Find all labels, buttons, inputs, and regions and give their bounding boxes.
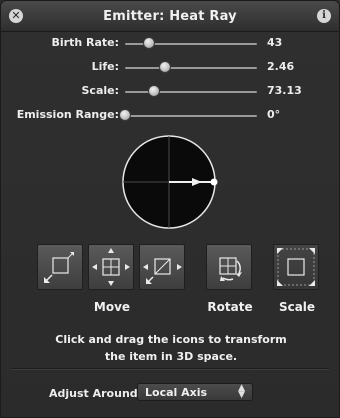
scale-track[interactable] bbox=[125, 91, 257, 93]
window-title: Emitter: Heat Ray bbox=[103, 9, 237, 24]
emission-angle-dial[interactable] bbox=[122, 135, 218, 231]
emission-range-row: Emission Range: 0° bbox=[1, 107, 340, 125]
dial-handle[interactable] bbox=[210, 178, 218, 186]
birth-rate-value[interactable]: 43 bbox=[267, 36, 282, 49]
move-depth-icon bbox=[44, 252, 74, 283]
emission-range-label: Emission Range: bbox=[16, 108, 119, 121]
life-label: Life: bbox=[91, 60, 119, 73]
rotate-icon bbox=[219, 257, 242, 281]
birth-rate-label: Birth Rate: bbox=[51, 36, 119, 49]
instructions-text: Click and drag the icons to transform th… bbox=[31, 331, 311, 365]
birth-rate-slider-thumb[interactable] bbox=[142, 37, 155, 49]
adjust-around-label: Adjust Around: bbox=[49, 387, 143, 400]
move-xy-plane-button[interactable] bbox=[88, 244, 134, 290]
updown-arrows-icon: ▲ ▼ bbox=[238, 383, 245, 400]
rotate-label: Rotate bbox=[207, 300, 253, 314]
instructions-line-2: the item in 3D space. bbox=[104, 350, 238, 363]
instructions-line-1: Click and drag the icons to transform bbox=[55, 333, 287, 346]
life-row: Life: 2.46 bbox=[1, 59, 340, 77]
adjust-around-select[interactable]: Local Axis ▲ ▼ bbox=[137, 383, 253, 401]
scale-value[interactable]: 73.13 bbox=[267, 84, 302, 97]
move-label: Move bbox=[93, 300, 131, 314]
divider bbox=[11, 368, 329, 369]
move-arrows-icon bbox=[92, 248, 130, 286]
move-z-icon bbox=[143, 258, 182, 284]
scale-label: Scale: bbox=[81, 84, 120, 97]
move-z-button[interactable] bbox=[139, 244, 185, 290]
move-xy-button[interactable] bbox=[37, 244, 83, 290]
scale-row: Scale: 73.13 bbox=[1, 83, 340, 101]
life-track[interactable] bbox=[125, 67, 257, 69]
emission-range-slider-thumb[interactable] bbox=[119, 109, 131, 121]
adjust-around-value: Local Axis bbox=[145, 386, 208, 399]
scale-icon bbox=[277, 248, 315, 286]
emission-range-value[interactable]: 0° bbox=[267, 108, 280, 121]
life-slider-thumb[interactable] bbox=[158, 61, 171, 73]
title-bar: ✕ Emitter: Heat Ray i bbox=[1, 1, 339, 32]
info-icon[interactable]: i bbox=[317, 9, 331, 23]
birth-rate-row: Birth Rate: 43 bbox=[1, 35, 340, 53]
scale-slider-thumb[interactable] bbox=[148, 85, 161, 97]
emission-range-track[interactable] bbox=[125, 115, 257, 117]
scale-label-text: Scale bbox=[278, 300, 316, 314]
emitter-inspector-panel: ✕ Emitter: Heat Ray i Birth Rate: 43 Lif… bbox=[0, 0, 340, 418]
rotate-button[interactable] bbox=[206, 244, 252, 290]
life-value[interactable]: 2.46 bbox=[267, 60, 294, 73]
scale-button[interactable] bbox=[273, 244, 319, 290]
